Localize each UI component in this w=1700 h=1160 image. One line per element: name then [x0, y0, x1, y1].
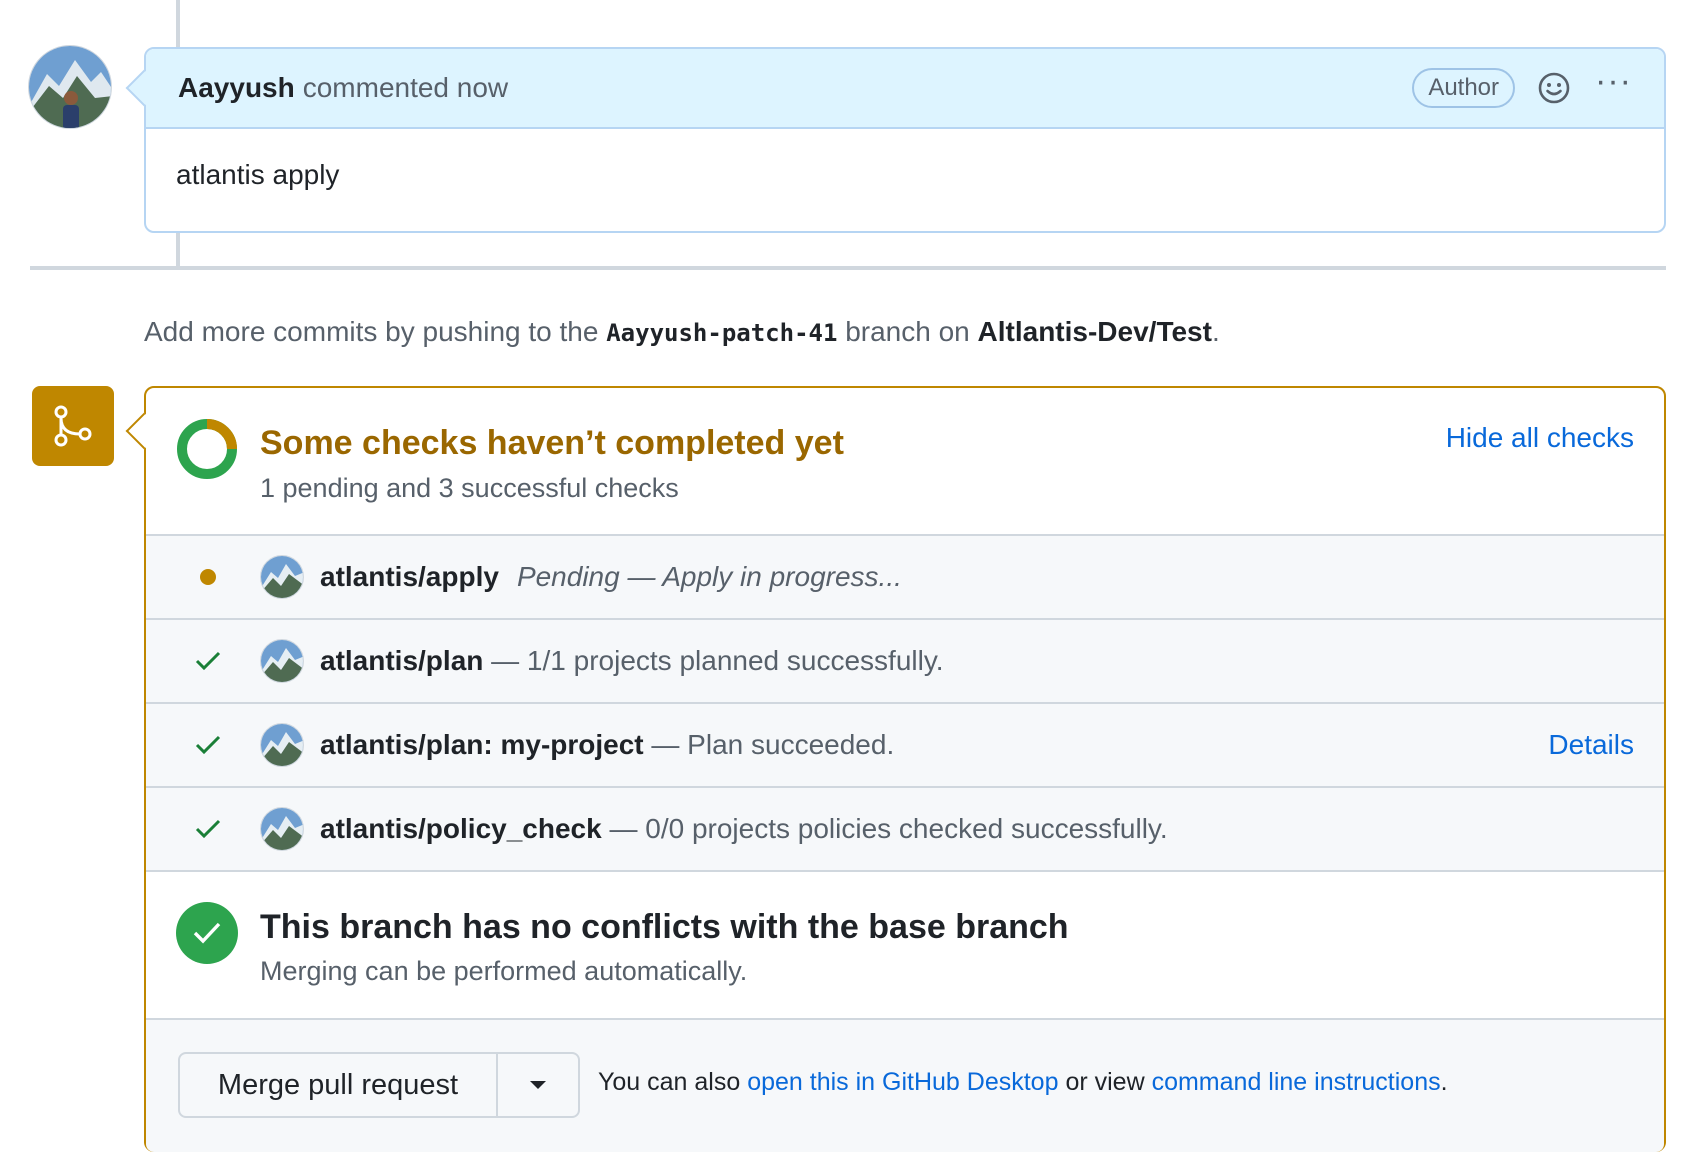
command-line-instructions-link[interactable]: command line instructions — [1152, 1068, 1441, 1096]
details-link[interactable]: Details — [1548, 729, 1634, 761]
check-name: atlantis/apply — [320, 561, 499, 592]
check-row: atlantis/plan — 1/1 projects planned suc… — [146, 620, 1664, 704]
check-avatar — [260, 555, 304, 599]
check-icon — [194, 647, 222, 675]
caret-down-icon[interactable] — [498, 1054, 578, 1116]
comment-box: Aayyush commented now Author ··· atlanti… — [144, 47, 1666, 233]
merge-button-group: Merge pull request — [178, 1052, 580, 1118]
conflict-subtitle: Merging can be performed automatically. — [260, 956, 748, 986]
merge-box: Some checks haven’t completed yet 1 pend… — [144, 386, 1666, 1152]
checks-subtitle: 1 pending and 3 successful checks — [260, 473, 679, 503]
check-avatar — [260, 807, 304, 851]
check-name: atlantis/policy_check — [320, 813, 602, 844]
conflict-title: This branch has no conflicts with the ba… — [260, 908, 1069, 946]
comment-author[interactable]: Aayyush — [178, 72, 295, 104]
check-row: atlantis/policy_check — 0/0 projects pol… — [146, 788, 1664, 872]
check-icon — [194, 731, 222, 759]
merge-footer: Merge pull request You can also open thi… — [146, 1020, 1664, 1152]
repo-name: Altlantis-Dev/Test — [977, 316, 1212, 347]
merge-hint-middle: or view — [1065, 1068, 1145, 1096]
pending-dot-icon — [194, 563, 222, 591]
check-description: — Plan succeeded. — [643, 729, 895, 760]
smiley-icon[interactable] — [1537, 71, 1595, 105]
git-merge-icon — [32, 386, 114, 466]
check-circle-icon — [176, 902, 238, 964]
hide-all-checks-link[interactable]: Hide all checks — [1446, 422, 1634, 454]
check-row: atlantis/apply Pending — Apply in progres… — [146, 536, 1664, 620]
kebab-menu-icon[interactable]: ··· — [1595, 64, 1632, 98]
check-icon — [194, 815, 222, 843]
timeline-line — [176, 0, 180, 48]
divider — [30, 266, 1666, 270]
merge-hint-prefix: You can also — [598, 1068, 741, 1096]
check-name: atlantis/plan — [320, 645, 484, 676]
check-avatar — [260, 639, 304, 683]
check-avatar — [260, 723, 304, 767]
checks-title: Some checks haven’t completed yet — [260, 424, 844, 462]
push-hint-suffix: . — [1211, 316, 1220, 347]
push-hint: Add more commits by pushing to the Aayyu… — [144, 316, 1220, 348]
checks-header: Some checks haven’t completed yet 1 pend… — [146, 388, 1664, 536]
push-hint-prefix: Add more commits by pushing to the — [144, 316, 599, 347]
push-hint-middle: branch on — [845, 316, 970, 347]
check-description: Pending — Apply in progress... — [516, 561, 902, 592]
github-desktop-link[interactable]: open this in GitHub Desktop — [747, 1068, 1058, 1096]
avatar[interactable] — [28, 45, 112, 129]
checks-progress-icon — [177, 419, 237, 479]
branch-name: Aayyush-patch-41 — [606, 319, 838, 347]
timeline-line — [176, 230, 180, 266]
comment-body: atlantis apply — [176, 159, 340, 190]
comment-time[interactable]: commented now — [303, 72, 508, 104]
merge-hint: You can also open this in GitHub Desktop… — [598, 1068, 1448, 1097]
check-row: atlantis/plan: my-project — Plan succeed… — [146, 704, 1664, 788]
comment-header: Aayyush commented now Author ··· — [146, 49, 1664, 129]
check-name: atlantis/plan: my-project — [320, 729, 644, 760]
merge-pull-request-button[interactable]: Merge pull request — [180, 1054, 498, 1116]
check-description: — 1/1 projects planned successfully. — [483, 645, 944, 676]
check-description: — 0/0 projects policies checked successf… — [601, 813, 1168, 844]
author-badge: Author — [1412, 68, 1516, 108]
merge-hint-suffix: . — [1440, 1068, 1448, 1096]
conflict-status: This branch has no conflicts with the ba… — [146, 872, 1664, 1020]
